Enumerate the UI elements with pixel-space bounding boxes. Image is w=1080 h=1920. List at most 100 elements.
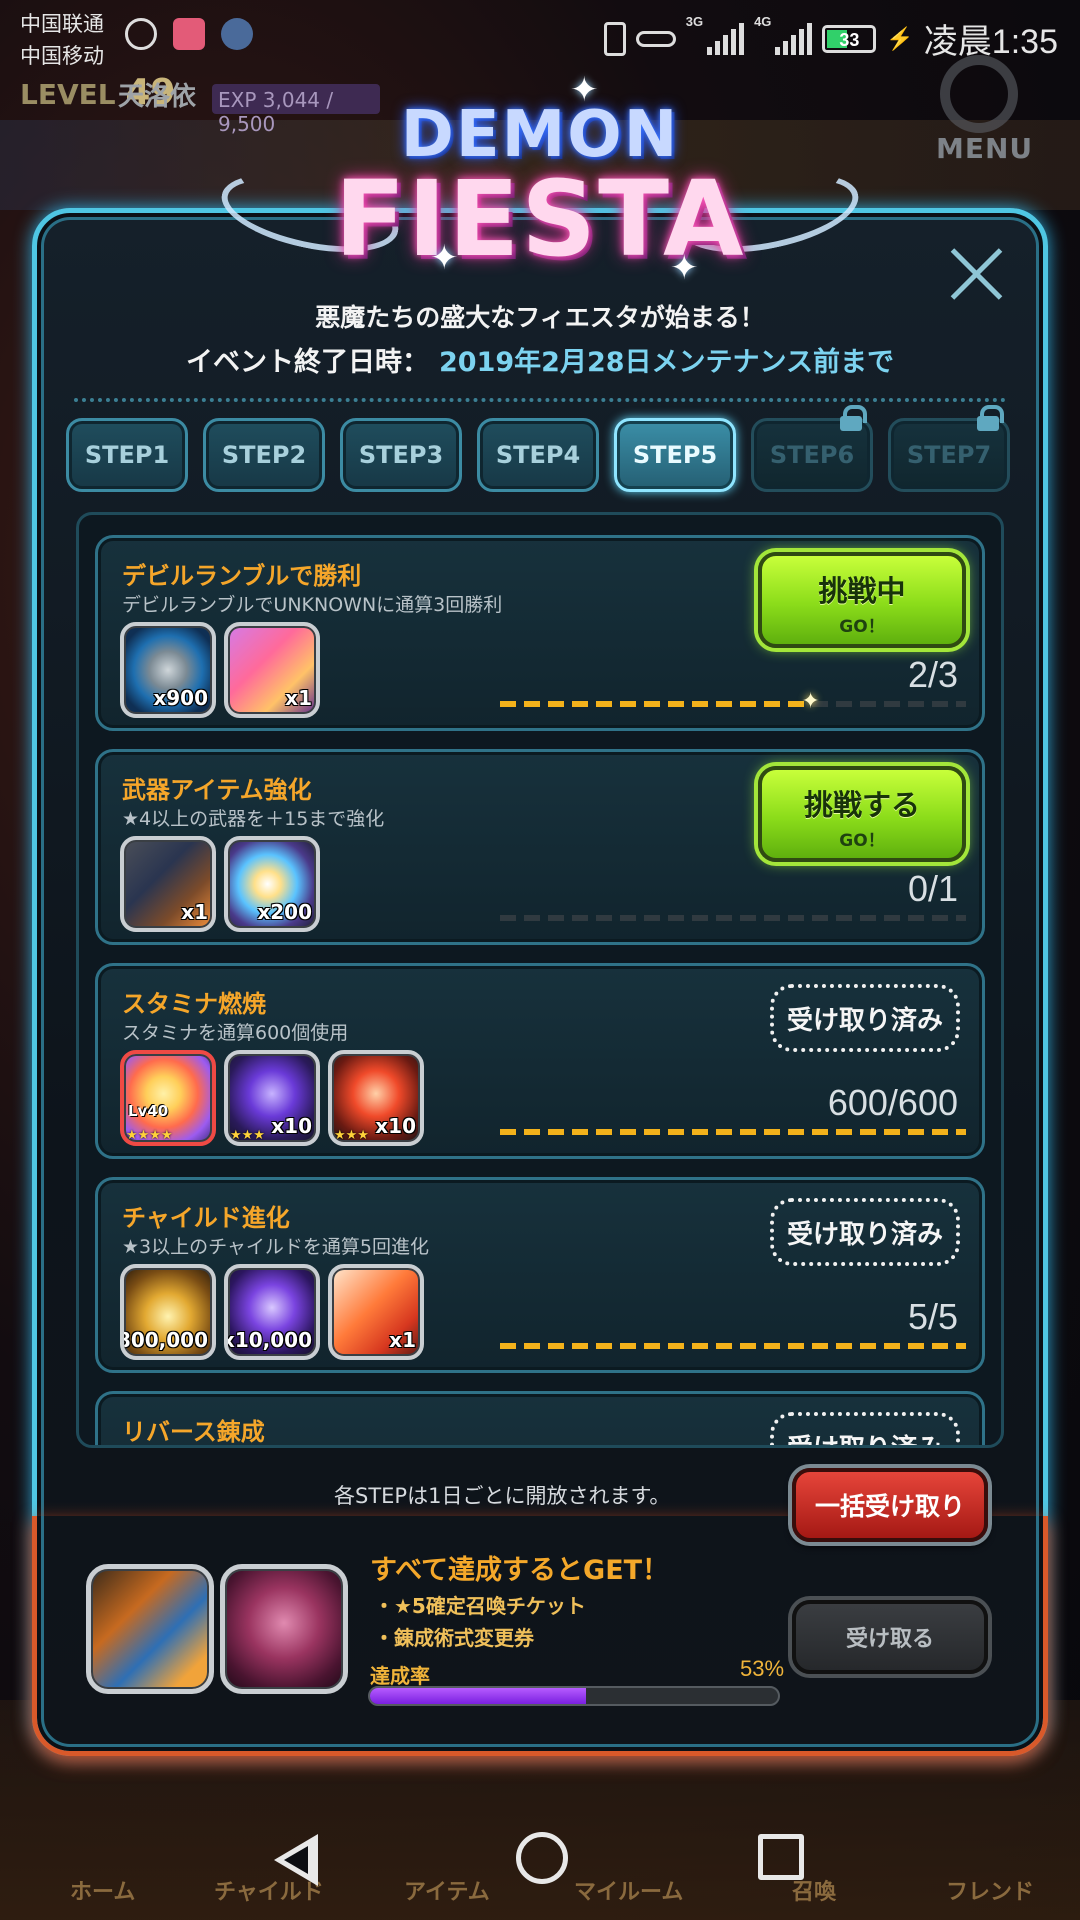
mission-rewards: Lv40 ★★★★ x10 ★★★ x10 ★★★ bbox=[120, 1050, 424, 1146]
key-icon bbox=[635, 30, 676, 47]
sync-icon bbox=[125, 18, 157, 50]
sparkle-icon: ✦ bbox=[801, 689, 820, 714]
alchemy-card-icon[interactable] bbox=[220, 1564, 348, 1694]
mission-progress: 5/5 bbox=[907, 1296, 958, 1337]
summon-ticket-icon[interactable] bbox=[86, 1564, 214, 1694]
tab-step1[interactable]: STEP1 bbox=[66, 418, 188, 492]
mission-title: スタミナ燃焼 bbox=[122, 990, 266, 1018]
mission-description: ★4以上の武器を＋15まで強化 bbox=[122, 808, 385, 830]
mission-description: ★3以上のチャイルドを通算5回進化 bbox=[122, 1236, 430, 1258]
medal-icon[interactable]: x900 bbox=[120, 622, 216, 718]
unlock-note: 各STEPは1日ごとに開放されます。 bbox=[334, 1484, 671, 1508]
status-bar: 中国联通 中国移动 3G 4G 33 ⚡ 凌晨1:35 bbox=[0, 0, 1080, 70]
mission-progress-bar bbox=[500, 915, 966, 921]
clock: 凌晨1:35 bbox=[923, 23, 1058, 61]
battery-icon: 33 bbox=[822, 24, 877, 53]
mission-progress: 600/600 bbox=[827, 1082, 958, 1123]
mission-progress-bar: ✦ bbox=[500, 689, 966, 714]
completion-rate-fill bbox=[370, 1688, 587, 1704]
mission-title: チャイルド進化 bbox=[122, 1204, 290, 1232]
coins-icon[interactable]: x800,000 bbox=[120, 1264, 216, 1360]
network-type-1: 3G bbox=[685, 14, 704, 29]
logo-word-fiesta: FIESTA bbox=[334, 158, 746, 280]
event-end-date: 2019年2月28日メンテナンス前まで bbox=[439, 347, 894, 378]
claimed-badge: 受け取り済み bbox=[770, 984, 960, 1052]
tab-step7[interactable]: STEP7 bbox=[888, 405, 1010, 492]
back-icon[interactable] bbox=[274, 1834, 320, 1886]
game-notification-icon bbox=[221, 18, 253, 50]
lock-icon bbox=[840, 405, 867, 431]
carrier-2: 中国移动 bbox=[20, 45, 104, 68]
challenge-button[interactable]: 挑戦中 GO！ bbox=[758, 552, 966, 648]
event-end-row: イベント終了日時： 2019年2月28日メンテナンス前まで bbox=[0, 340, 1080, 379]
mission-card: リバース錬成 受け取り済み bbox=[95, 1391, 985, 1446]
recent-apps-icon[interactable] bbox=[758, 1834, 804, 1880]
red-gem-icon[interactable]: x10 ★★★ bbox=[328, 1050, 424, 1146]
collect-all-button[interactable]: 一括受け取り bbox=[792, 1468, 988, 1542]
step-tabs: STEP1 STEP2 STEP3 STEP4 STEP5 STEP6 STEP… bbox=[66, 405, 1014, 498]
completion-rate-bar bbox=[368, 1686, 780, 1706]
sparkle-icon: ✦ bbox=[670, 248, 699, 288]
completion-rate-value: 53% bbox=[740, 1656, 785, 1681]
mission-progress-bar bbox=[500, 1129, 966, 1135]
bonus-item: ・錬成術式変更券 bbox=[374, 1626, 534, 1650]
charging-icon: ⚡ bbox=[886, 25, 914, 51]
menu-label: MENU bbox=[936, 132, 1034, 165]
slime-icon[interactable]: Lv40 ★★★★ bbox=[120, 1050, 216, 1146]
mission-progress-bar bbox=[500, 1343, 966, 1349]
crystal-icon[interactable]: x10,000 bbox=[224, 1264, 320, 1360]
challenge-button[interactable]: 挑戦する GO！ bbox=[758, 766, 966, 862]
tab-step6[interactable]: STEP6 bbox=[751, 405, 873, 492]
signal-icon bbox=[775, 22, 813, 55]
orb-icon[interactable]: x200 bbox=[224, 836, 320, 932]
completion-rate-label: 達成率 bbox=[370, 1664, 430, 1688]
ticket-icon[interactable]: x1 bbox=[328, 1264, 424, 1360]
ticket-icon[interactable]: x1 bbox=[224, 622, 320, 718]
status-right: 3G 4G 33 ⚡ 凌晨1:35 bbox=[603, 14, 1058, 63]
mission-progress: 0/1 bbox=[907, 868, 958, 909]
lock-icon bbox=[977, 405, 1004, 431]
mission-rewards: x1 x200 bbox=[120, 836, 320, 932]
tab-step3[interactable]: STEP3 bbox=[340, 418, 462, 492]
mission-description: スタミナを通算600個使用 bbox=[122, 1022, 349, 1044]
bonus-title: すべて達成するとGET！ bbox=[370, 1555, 670, 1586]
mission-card: スタミナ燃焼 スタミナを通算600個使用 Lv40 ★★★★ x10 ★★★ x10… bbox=[95, 963, 985, 1159]
mission-card: チャイルド進化 ★3以上のチャイルドを通算5回進化 x800,000 x10,0… bbox=[95, 1177, 985, 1373]
event-tagline: 悪魔たちの盛大なフィエスタが始まる！ bbox=[315, 303, 765, 332]
mission-card: デビルランブルで勝利 デビルランブルでUNKNOWNに通算3回勝利 x900 x… bbox=[95, 535, 985, 731]
vibrate-icon bbox=[603, 21, 626, 56]
mission-title: リバース錬成 bbox=[122, 1418, 265, 1446]
app-notification-icon bbox=[173, 18, 205, 50]
home-icon[interactable] bbox=[516, 1832, 568, 1884]
tab-step4[interactable]: STEP4 bbox=[477, 418, 599, 492]
mission-rewards: x900 x1 bbox=[120, 622, 320, 718]
claimed-badge: 受け取り済み bbox=[770, 1198, 960, 1266]
signal-icon bbox=[707, 22, 745, 55]
mission-card: 武器アイテム強化 ★4以上の武器を＋15まで強化 x1 x200 挑戦する GO… bbox=[95, 749, 985, 945]
network-type-2: 4G bbox=[754, 14, 772, 29]
demon-fiesta-logo: DEMON FIESTA ✦ ✦ ✦ bbox=[214, 70, 866, 288]
mission-description: デビルランブルでUNKNOWNに通算3回勝利 bbox=[122, 594, 503, 616]
close-button[interactable] bbox=[940, 238, 1012, 310]
sparkle-icon: ✦ bbox=[430, 238, 459, 278]
claimed-badge: 受け取り済み bbox=[770, 1412, 960, 1445]
mission-title: 武器アイテム強化 bbox=[122, 776, 312, 804]
mission-title: デビルランブルで勝利 bbox=[122, 562, 362, 590]
weapon-icon[interactable]: x1 bbox=[120, 836, 216, 932]
receive-button[interactable]: 受け取る bbox=[792, 1600, 988, 1674]
carrier-1: 中国联通 bbox=[20, 13, 104, 36]
mission-progress: 2/3 bbox=[907, 654, 958, 695]
tab-step2[interactable]: STEP2 bbox=[203, 418, 325, 492]
notification-icons bbox=[125, 18, 253, 50]
bonus-rewards bbox=[86, 1564, 348, 1694]
event-end-label: イベント終了日時： bbox=[186, 347, 430, 378]
mission-rewards: x800,000 x10,000 x1 bbox=[120, 1264, 424, 1360]
divider bbox=[74, 398, 1006, 402]
android-nav-bar bbox=[0, 1800, 1080, 1920]
mission-list[interactable]: デビルランブルで勝利 デビルランブルでUNKNOWNに通算3回勝利 x900 x… bbox=[76, 512, 1004, 1448]
bonus-item: ・★5確定召喚チケット bbox=[374, 1594, 586, 1618]
sparkle-icon: ✦ bbox=[570, 70, 599, 110]
player-name: 天洛依 bbox=[118, 82, 197, 112]
tab-step5[interactable]: STEP5 bbox=[614, 418, 736, 492]
purple-gem-icon[interactable]: x10 ★★★ bbox=[224, 1050, 320, 1146]
